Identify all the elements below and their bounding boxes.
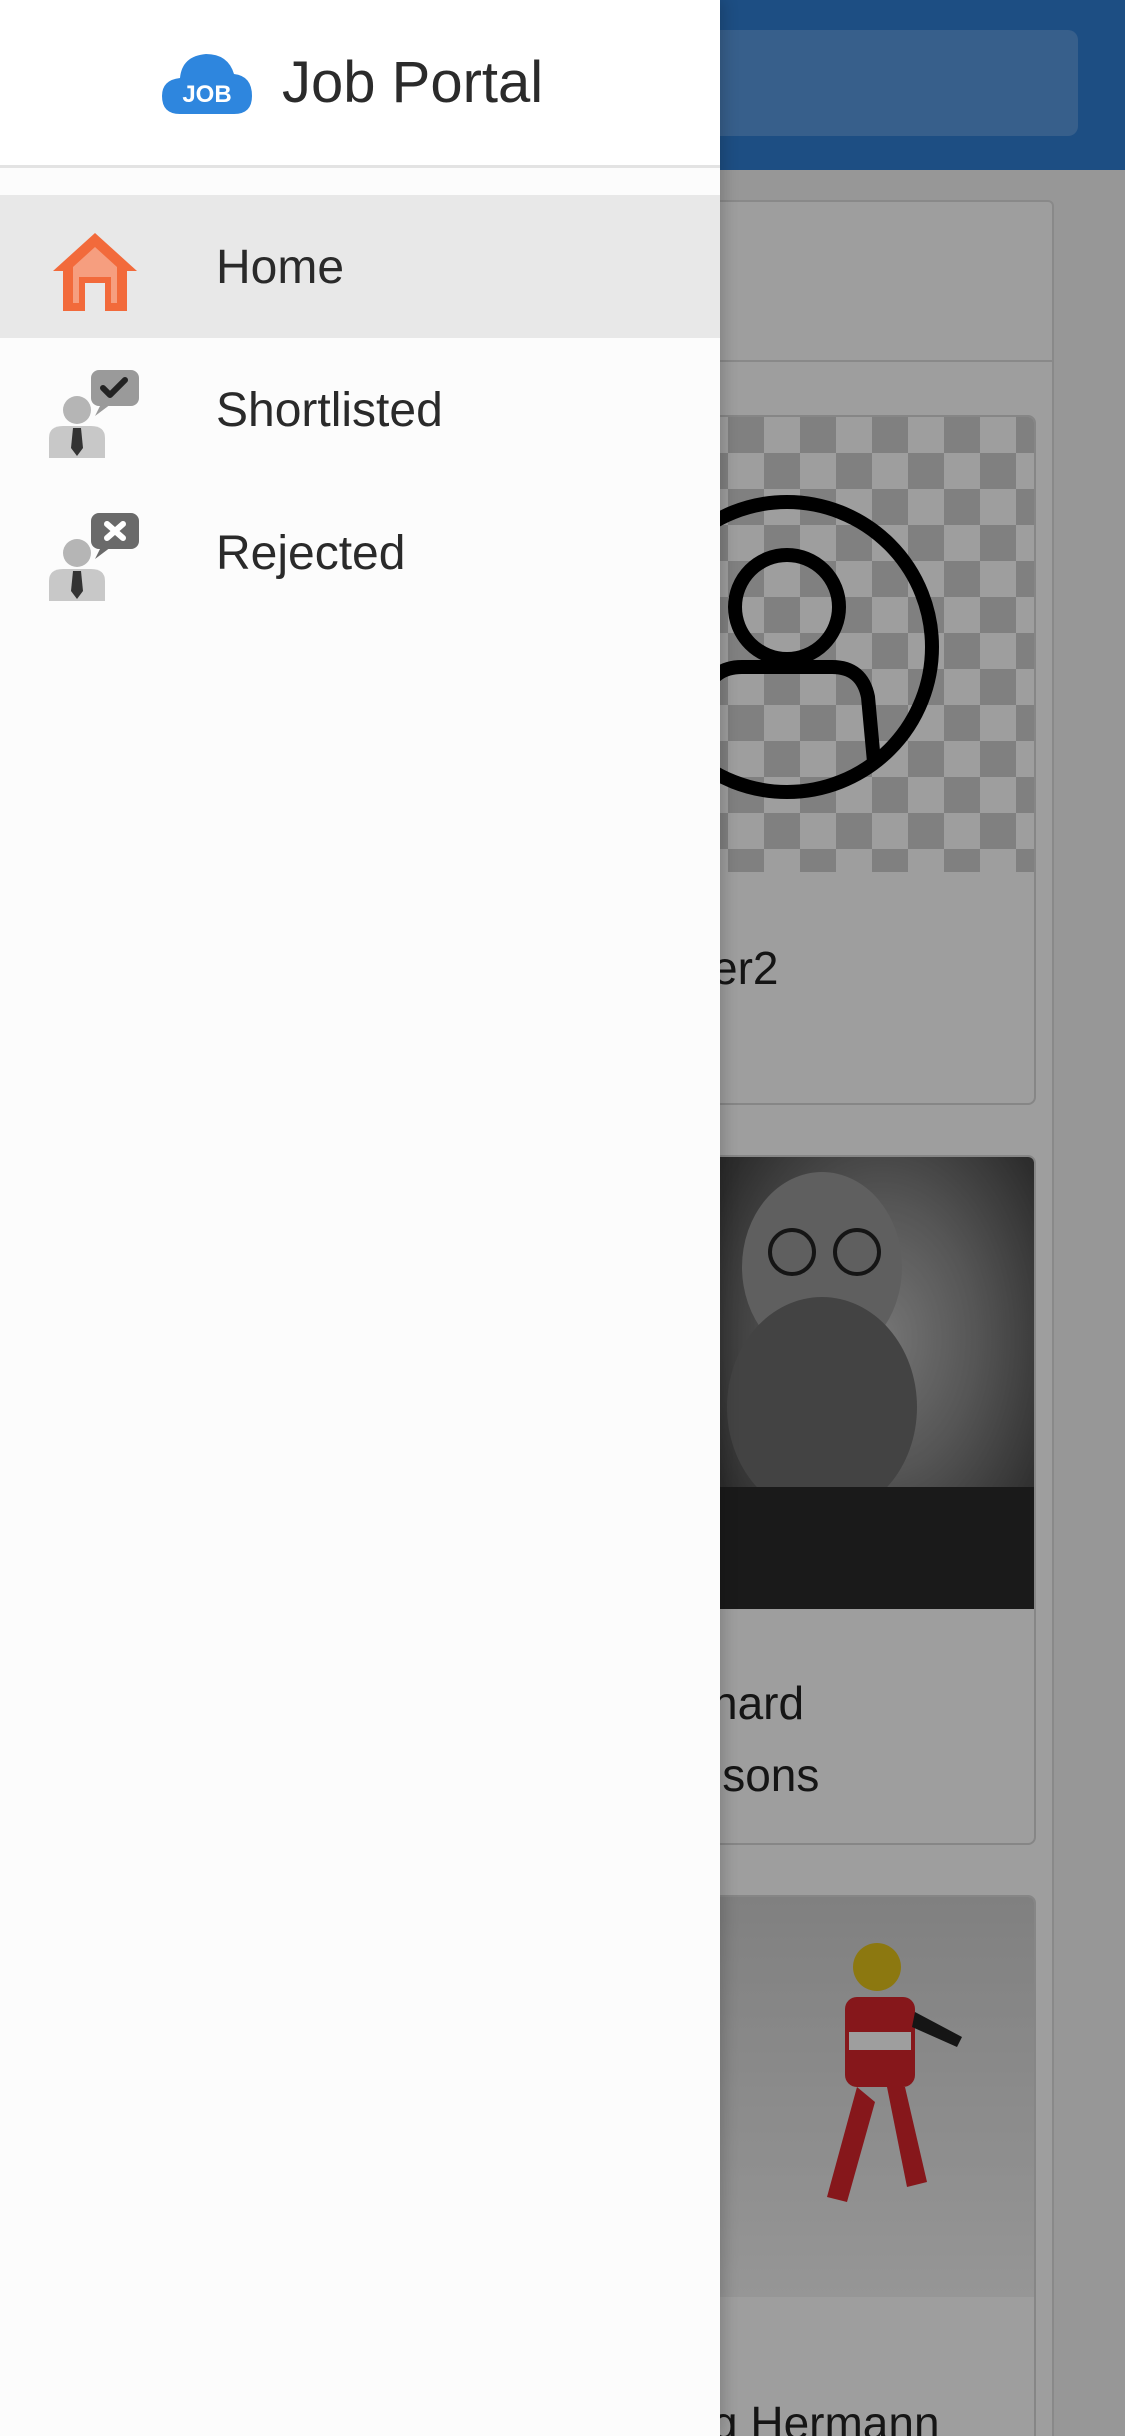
nav-label-shortlisted: Shortlisted xyxy=(216,384,443,437)
nav-label-rejected: Rejected xyxy=(216,527,406,580)
home-icon xyxy=(53,233,137,311)
nav-item-rejected[interactable]: Rejected xyxy=(0,481,720,624)
nav-item-home[interactable]: Home xyxy=(0,195,720,338)
drawer-title: Job Portal xyxy=(282,50,544,115)
drawer-header: JOB Job Portal xyxy=(0,0,720,168)
logo-text: JOB xyxy=(182,81,231,108)
rejected-icon xyxy=(49,513,139,601)
job-cloud-icon: JOB xyxy=(162,54,252,114)
nav-item-shortlisted[interactable]: Shortlisted xyxy=(0,338,720,481)
navigation-drawer: JOB Job Portal Home Shortlisted Rejected xyxy=(0,0,720,2436)
shortlisted-icon xyxy=(49,370,139,458)
nav-label-home: Home xyxy=(216,241,345,294)
